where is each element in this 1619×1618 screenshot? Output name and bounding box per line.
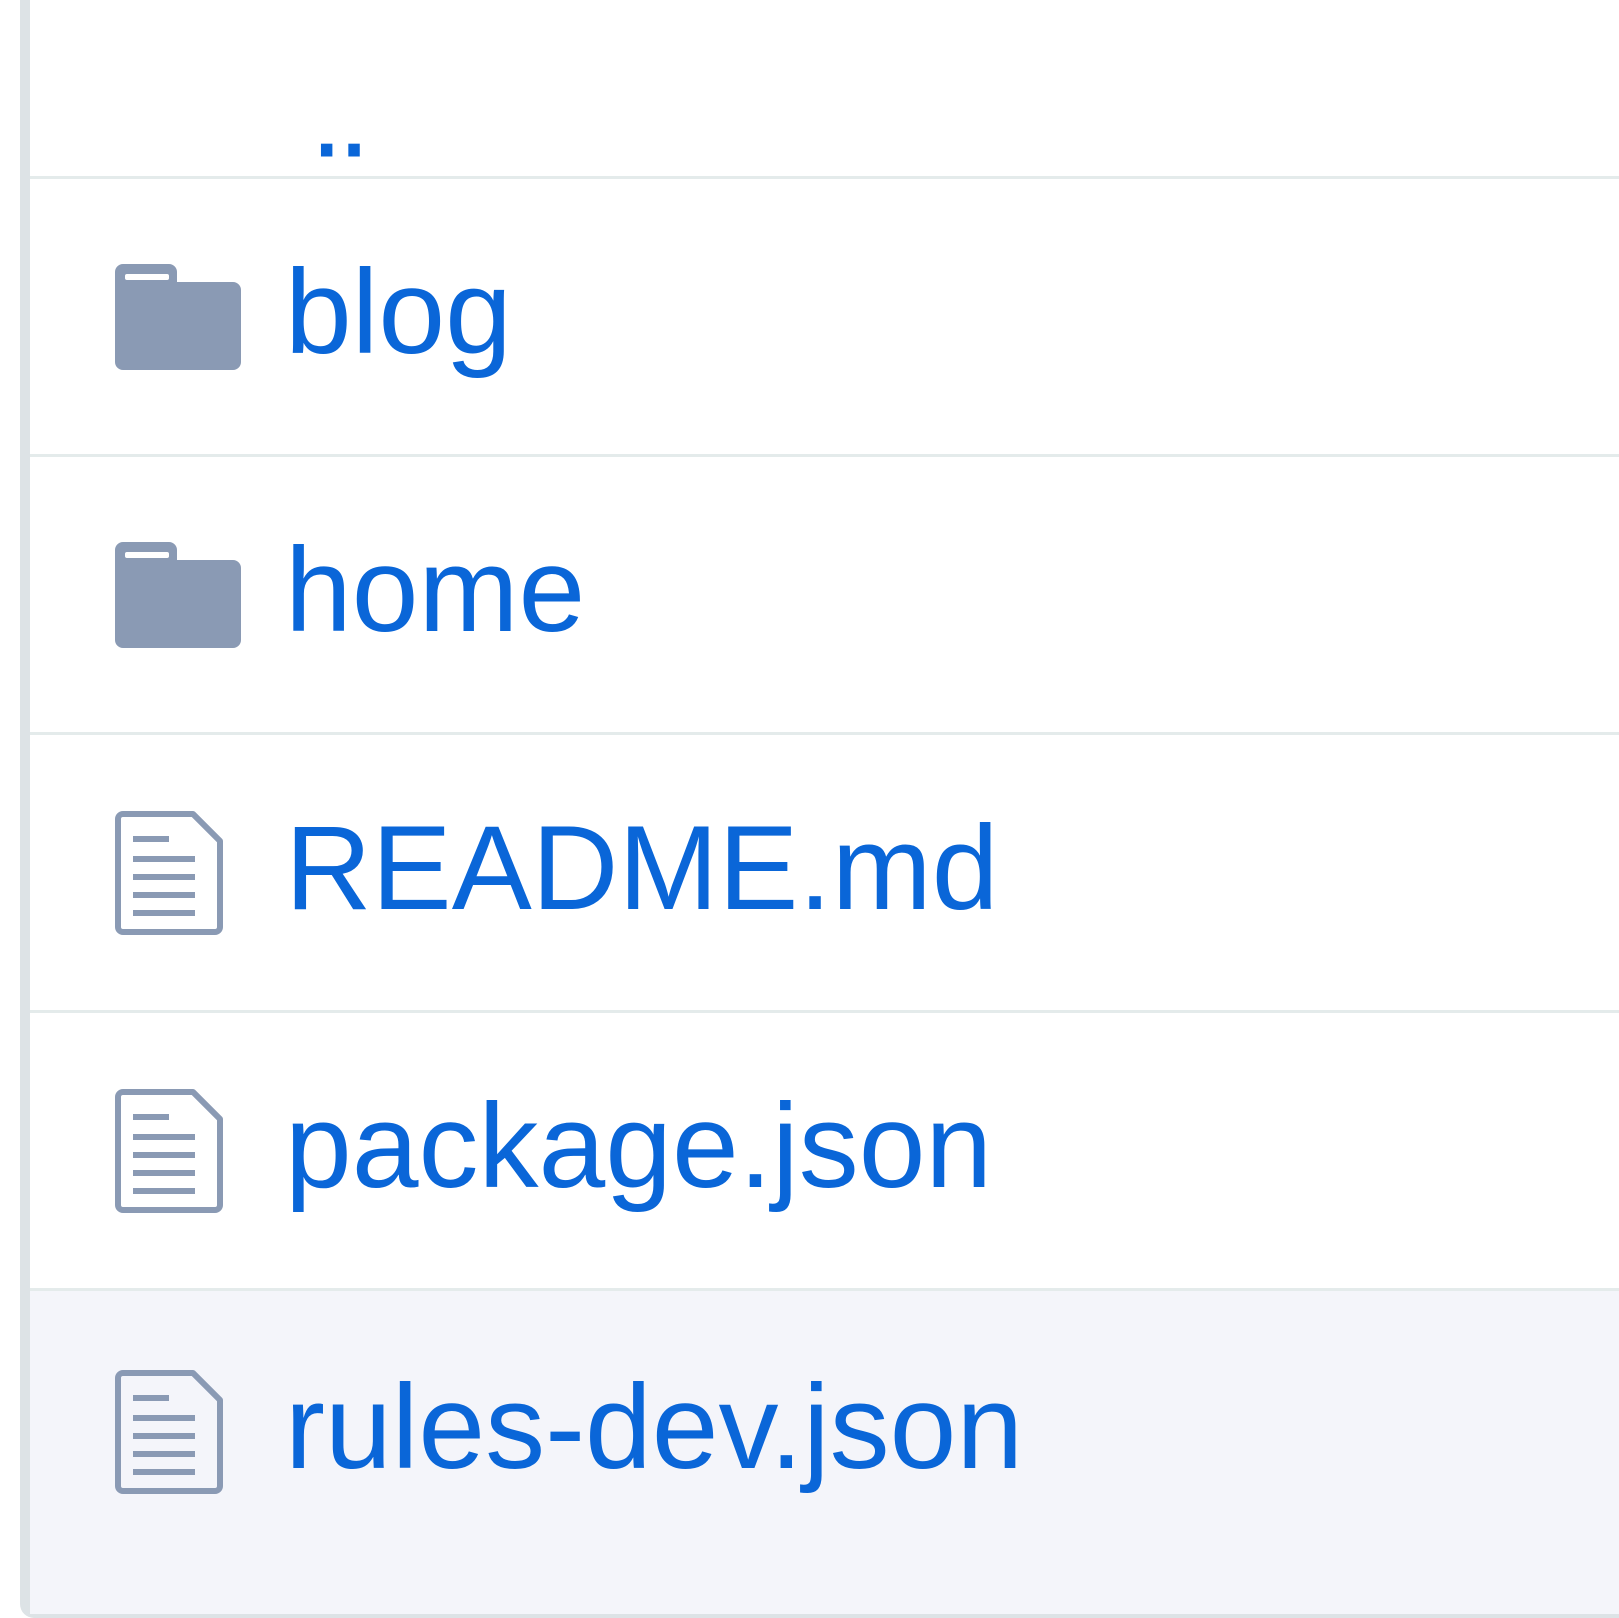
file-row-readme[interactable]: README.md (30, 732, 1619, 1010)
file-list: .. blog home README.md package.json rule… (20, 0, 1619, 1618)
file-link[interactable]: rules-dev.json (285, 1367, 1023, 1487)
parent-directory-link[interactable]: .. (310, 55, 371, 175)
file-link[interactable]: package.json (285, 1086, 992, 1206)
file-text-icon (115, 1088, 223, 1213)
file-link[interactable]: home (285, 530, 585, 650)
file-text-icon (115, 810, 223, 935)
file-row-blog[interactable]: blog (30, 176, 1619, 454)
file-row-rules-dev-json[interactable]: rules-dev.json (30, 1288, 1619, 1614)
folder-icon (115, 541, 241, 648)
file-link[interactable]: README.md (285, 808, 998, 928)
file-row-home[interactable]: home (30, 454, 1619, 732)
folder-icon (115, 263, 241, 370)
file-text-icon (115, 1370, 223, 1494)
file-link[interactable]: blog (285, 252, 512, 372)
parent-directory-row[interactable]: .. (30, 0, 1619, 179)
file-row-package-json[interactable]: package.json (30, 1010, 1619, 1288)
